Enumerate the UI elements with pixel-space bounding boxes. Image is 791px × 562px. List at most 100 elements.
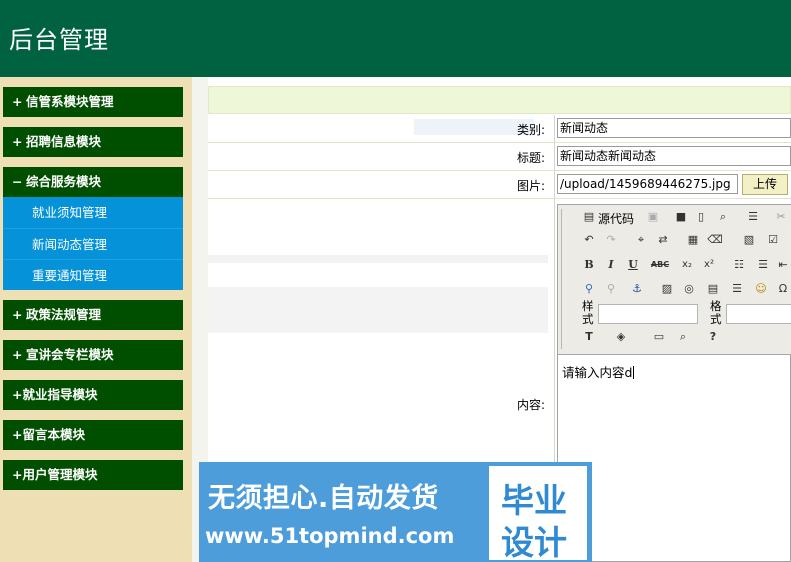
select-all-icon[interactable]: ▦: [684, 231, 702, 249]
preview-icon[interactable]: ⌕: [714, 208, 732, 226]
menu-zhaopin[interactable]: + 招聘信息模块: [3, 127, 183, 157]
image-icon[interactable]: ▨: [658, 280, 676, 298]
submenu-item-zhongyao-tongzhi[interactable]: 重要通知管理: [3, 259, 183, 290]
horizontal-rule-icon[interactable]: ☰: [728, 280, 746, 298]
find-icon[interactable]: ⌖: [632, 231, 650, 249]
menu-zonghe[interactable]: − 综合服务模块 就业须知管理 新闻动态管理 重要通知管理: [3, 167, 183, 290]
editor-toolbar: ▤ 源代码 ▣ ■ ▯ ⌕ ☰ ✂ ↶ ↷ ⌖ ⇄ ▦ ⌫ ▧ ☑ B I U …: [558, 205, 791, 355]
sidebar: + 信管系模块管理 + 招聘信息模块 − 综合服务模块 就业须知管理 新闻动态管理 重…: [0, 77, 192, 562]
cut-icon[interactable]: ✂: [772, 208, 790, 226]
menu-label: 就业指导模块: [22, 387, 98, 402]
templates-icon[interactable]: ☰: [744, 208, 762, 226]
watermark-logo-line1: 毕业: [501, 481, 567, 520]
menu-head-liuyan[interactable]: +留言本模块: [3, 420, 183, 450]
menu-yonghu[interactable]: +用户管理模块: [3, 460, 183, 490]
text-caret: [633, 366, 635, 379]
category-select[interactable]: 新闻动态: [557, 118, 791, 138]
watermark-url: www.51topmind.com: [205, 524, 455, 548]
special-char-icon[interactable]: Ω: [774, 280, 791, 298]
save-icon[interactable]: ■: [672, 208, 690, 226]
underline-icon[interactable]: U: [624, 256, 642, 274]
app-title: 后台管理: [9, 26, 109, 54]
remove-format-icon[interactable]: ⌫: [706, 231, 724, 249]
plus-icon: +: [12, 307, 23, 322]
menu-label: 招聘信息模块: [26, 134, 102, 149]
menu-zhidao[interactable]: +就业指导模块: [3, 380, 183, 410]
source-code-icon[interactable]: ▤: [580, 208, 598, 226]
row-divider: [554, 143, 555, 170]
menu-xinguan[interactable]: + 信管系模块管理: [3, 87, 183, 117]
plus-icon: +: [12, 134, 23, 149]
menu-head-zhengce[interactable]: + 政策法规管理: [3, 300, 183, 330]
format-label: 格式: [710, 299, 722, 326]
app-header: 后台管理: [0, 0, 791, 77]
form-top-bar: [208, 86, 791, 114]
menu-xuanjianghui[interactable]: + 宣讲会专栏模块: [3, 340, 183, 370]
menu-label: 留言本模块: [22, 427, 85, 442]
numbered-list-icon[interactable]: ☷: [730, 256, 748, 274]
text-color-icon[interactable]: T: [580, 328, 598, 346]
flash-icon[interactable]: ◎: [680, 280, 698, 298]
undo-icon[interactable]: ↶: [580, 231, 598, 249]
rich-text-editor[interactable]: ▤ 源代码 ▣ ■ ▯ ⌕ ☰ ✂ ↶ ↷ ⌖ ⇄ ▦ ⌫ ▧ ☑ B I U …: [557, 204, 791, 562]
submenu-item-xinwen-dongtai[interactable]: 新闻动态管理: [3, 228, 183, 259]
help-icon[interactable]: ?: [704, 328, 722, 346]
checkbox-icon[interactable]: ☑: [764, 231, 782, 249]
format-select[interactable]: [726, 304, 791, 324]
maximize-icon[interactable]: ▭: [650, 328, 668, 346]
redo-icon[interactable]: ↷: [602, 231, 620, 249]
category-label: 类别:: [516, 123, 545, 137]
menu-label: 用户管理模块: [22, 467, 98, 482]
bulleted-list-icon[interactable]: ☰: [754, 256, 772, 274]
row-divider: [554, 171, 555, 198]
menu-label: 综合服务模块: [26, 174, 102, 189]
menu-head-zhidao[interactable]: +就业指导模块: [3, 380, 183, 410]
anchor-icon[interactable]: ⚓: [628, 280, 646, 298]
subscript-icon[interactable]: x₂: [678, 256, 696, 274]
submenu-zonghe: 就业须知管理 新闻动态管理 重要通知管理: [3, 197, 183, 290]
plus-icon: +: [12, 467, 23, 482]
style-select[interactable]: [598, 304, 698, 324]
style-label: 样式: [582, 299, 594, 326]
show-blocks-icon[interactable]: ⌕: [674, 328, 692, 346]
source-code-label[interactable]: 源代码: [598, 210, 634, 227]
editor-content[interactable]: 请输入内容d: [562, 362, 635, 381]
menu-head-zonghe[interactable]: − 综合服务模块: [3, 167, 183, 197]
content-label: 内容:: [516, 398, 545, 412]
table-icon[interactable]: ▤: [704, 280, 722, 298]
outdent-icon[interactable]: ⇤: [774, 256, 791, 274]
row-divider: [554, 115, 555, 142]
minus-icon: −: [12, 174, 23, 189]
menu-head-xuanjianghui[interactable]: + 宣讲会专栏模块: [3, 340, 183, 370]
new-page-icon[interactable]: ▯: [692, 208, 710, 226]
plus-icon: +: [12, 347, 23, 362]
menu-head-xinguan[interactable]: + 信管系模块管理: [3, 87, 183, 117]
superscript-icon[interactable]: x²: [700, 256, 718, 274]
menu-zhengce[interactable]: + 政策法规管理: [3, 300, 183, 330]
form-icon[interactable]: ▧: [740, 231, 758, 249]
plus-icon: +: [12, 94, 23, 109]
menu-liuyan[interactable]: +留言本模块: [3, 420, 183, 450]
background-color-icon[interactable]: ◈: [612, 328, 630, 346]
menu-label: 信管系模块管理: [26, 94, 114, 109]
menu-label: 政策法规管理: [26, 307, 102, 322]
submenu-item-jiuye-xuzhi[interactable]: 就业须知管理: [3, 197, 183, 228]
watermark-banner: 无须担心.自动发货 www.51topmind.com 毕业 设计: [199, 462, 592, 562]
upload-button[interactable]: 上传: [742, 174, 788, 195]
plus-icon: +: [12, 387, 23, 402]
replace-icon[interactable]: ⇄: [654, 231, 672, 249]
menu-head-yonghu[interactable]: +用户管理模块: [3, 460, 183, 490]
menu-head-zhaopin[interactable]: + 招聘信息模块: [3, 127, 183, 157]
plus-icon: +: [12, 427, 23, 442]
strikethrough-icon[interactable]: ABC: [648, 256, 672, 274]
bold-icon[interactable]: B: [580, 256, 598, 274]
link-icon[interactable]: ⚲: [580, 280, 598, 298]
smiley-icon[interactable]: ☺: [752, 280, 770, 298]
title-input[interactable]: 新闻动态新闻动态: [557, 146, 791, 166]
image-path-input[interactable]: /upload/1459689446275.jpg: [557, 174, 738, 194]
watermark-slogan: 无须担心.自动发货: [208, 483, 439, 514]
save-template-icon[interactable]: ▣: [644, 208, 662, 226]
unlink-icon[interactable]: ⚲: [602, 280, 620, 298]
watermark-logo-line2: 设计: [501, 523, 567, 562]
italic-icon[interactable]: I: [602, 256, 620, 274]
